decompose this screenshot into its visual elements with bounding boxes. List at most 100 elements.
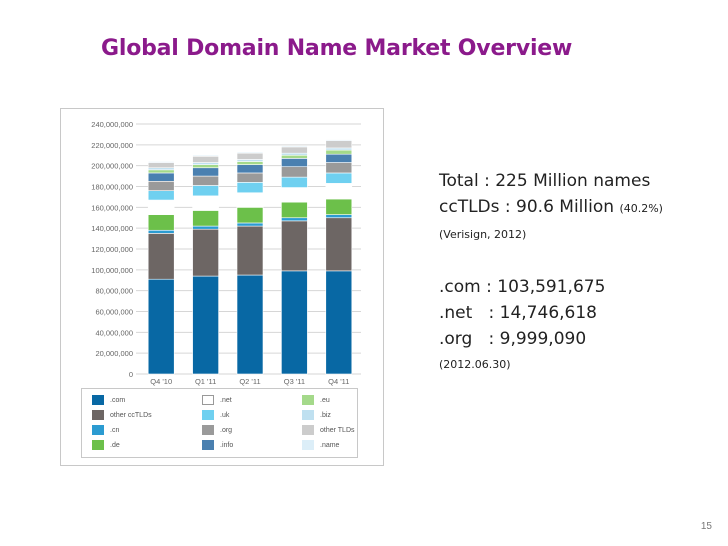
bar-segment: [236, 225, 264, 276]
bar-segment: [281, 145, 308, 148]
legend-swatch: [202, 440, 214, 450]
legend-label: .com: [110, 396, 126, 404]
legend-swatch: [302, 395, 314, 405]
bar-segment: [281, 152, 308, 156]
bar-segment: [147, 167, 175, 171]
bar-segment: [281, 270, 308, 375]
bar-segment: [192, 167, 219, 177]
legend-label: .name: [320, 441, 340, 449]
bar-segment: [325, 162, 353, 174]
bar-segment: [325, 140, 353, 149]
bar-segment: [325, 198, 353, 215]
legend-item: .com: [92, 394, 125, 406]
legend-item: .de: [92, 439, 120, 451]
bar-segment: [147, 199, 175, 215]
total-line: Total : 225 Million names: [439, 171, 651, 191]
legend-swatch: [202, 410, 214, 420]
legend-item: .name: [302, 439, 339, 451]
bar-segment: [147, 278, 175, 375]
bar-segment: [147, 172, 175, 182]
bar-segment: [236, 172, 264, 183]
legend-item: .net: [202, 394, 232, 406]
date-note: (2012.06.30): [439, 358, 511, 371]
page-number: 15: [700, 521, 712, 532]
bar-segment: [281, 220, 308, 272]
bar-segment: [325, 214, 353, 219]
y-tick-label: 240,000,000: [91, 120, 133, 129]
chart-panel: 0 20,000,000 40,000,000 60,000,000 80,000,00…: [60, 108, 384, 466]
bar-segment: [147, 190, 175, 201]
bar-segment: [192, 185, 219, 197]
x-tick-label: Q2 '11: [239, 377, 260, 386]
y-tick-label: 200,000,000: [91, 162, 133, 171]
bar-segment: [281, 217, 308, 222]
legend-item: .eu: [302, 394, 330, 406]
bar-segment: [192, 162, 219, 165]
legend-item: .cn: [92, 424, 119, 436]
summary-panel: Total : 225 Million names ccTLDs : 90.6 …: [439, 168, 663, 378]
bar-segment: [147, 180, 175, 191]
y-tick-label: 20,000,000: [95, 349, 133, 358]
bar-segment: [281, 158, 308, 168]
legend-item: other TLDs: [302, 424, 355, 436]
bar-segment: [325, 172, 353, 184]
bar-segment: [147, 229, 175, 234]
y-tick-label: 60,000,000: [95, 308, 133, 317]
legend-item: .info: [202, 439, 233, 451]
cctlds-value: ccTLDs : 90.6 Million: [439, 197, 615, 217]
y-tick-label: 0: [129, 370, 133, 379]
y-tick-label: 220,000,000: [91, 141, 133, 150]
legend-label: other TLDs: [320, 426, 355, 434]
bar-segment: [236, 222, 264, 227]
bar-segment: [236, 164, 264, 174]
slide-title: Global Domain Name Market Overview: [101, 36, 573, 61]
legend-label: .biz: [320, 411, 331, 419]
bar-segment: [147, 162, 175, 169]
bar-segment: [236, 151, 264, 154]
legend-swatch: [202, 395, 214, 405]
bar-segment: [281, 154, 308, 159]
legend-item: .org: [202, 424, 232, 436]
legend-swatch: [302, 410, 314, 420]
source-note: (Verisign, 2012): [439, 228, 527, 241]
legend-label: .eu: [320, 396, 330, 404]
net-count: .net : 14,746,618: [439, 303, 597, 323]
bar-segment: [236, 152, 264, 160]
com-count: .com : 103,591,675: [439, 277, 606, 297]
cctlds-line: ccTLDs : 90.6 Million (40.2%): [439, 194, 663, 222]
bar-segment: [192, 195, 219, 211]
bar-segment: [325, 153, 353, 163]
bar-segment: [325, 149, 353, 155]
legend-label: .org: [220, 426, 233, 434]
bar-segment: [325, 139, 353, 141]
x-tick-label: Q4 '11: [328, 377, 349, 386]
stacked-bar-chart: 0 20,000,000 40,000,000 60,000,000 80,000,00…: [91, 120, 361, 386]
bar-segment: [236, 159, 264, 162]
legend-label: .uk: [220, 411, 230, 419]
bar-segment: [236, 182, 264, 194]
legend-label: other ccTLDs: [110, 411, 152, 419]
bar-segment: [236, 207, 264, 224]
y-tick-label: 120,000,000: [91, 245, 133, 254]
legend-swatch: [302, 425, 314, 435]
bar-segment: [147, 214, 175, 231]
bar-segment: [147, 233, 175, 280]
bar-segment: [192, 154, 219, 157]
bar-segment: [192, 275, 219, 375]
bar-segment: [325, 270, 353, 375]
chart-legend: .com .net .eu other ccTLDs .uk .biz .cn .org oth…: [81, 388, 358, 458]
y-tick-label: 80,000,000: [95, 287, 133, 296]
legend-swatch: [92, 440, 104, 450]
bar-segment: [236, 274, 264, 375]
y-tick-label: 140,000,000: [91, 224, 133, 233]
bar-segment: [236, 161, 264, 165]
bar-segment: [325, 147, 353, 151]
bar-segment: [192, 164, 219, 169]
bar-segment: [325, 217, 353, 272]
legend-swatch: [302, 440, 314, 450]
bar-segment: [192, 210, 219, 227]
y-tick-label: 100,000,000: [91, 266, 133, 275]
bar-segment: [192, 225, 219, 230]
cctlds-percent: (40.2%): [619, 202, 663, 215]
bar-segment: [147, 161, 175, 163]
